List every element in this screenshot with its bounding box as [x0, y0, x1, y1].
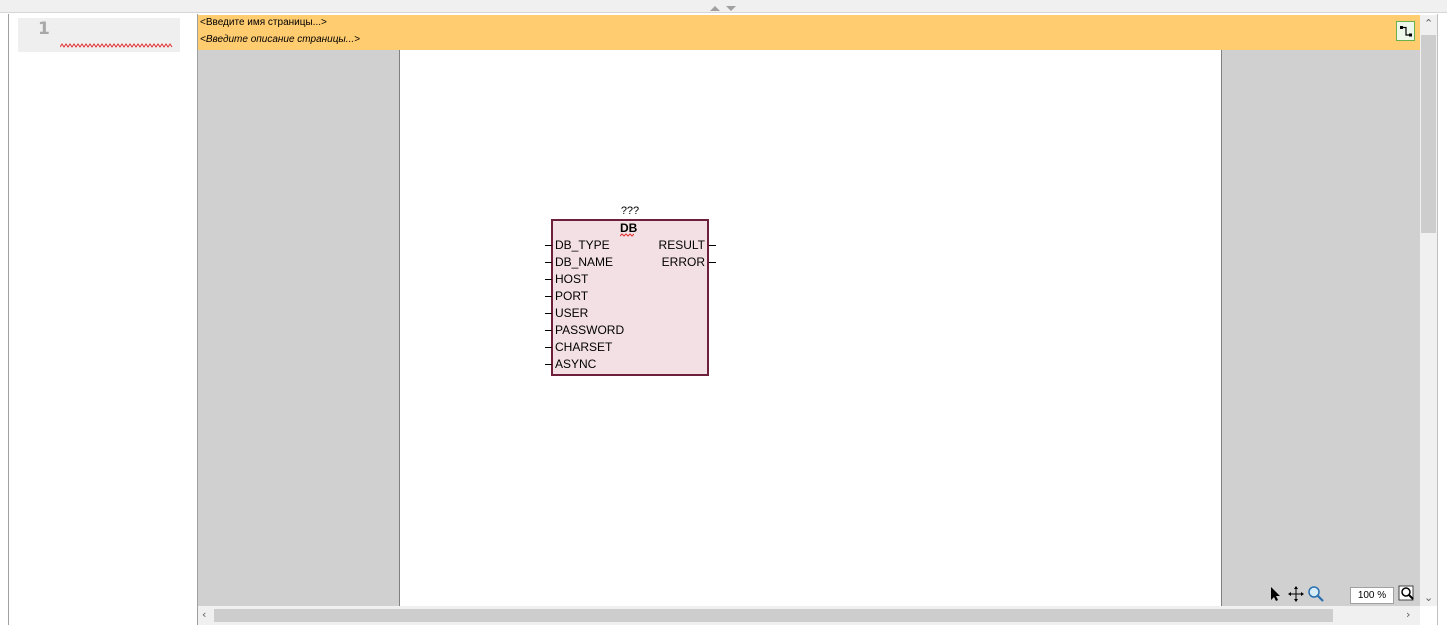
pointer-tool-button[interactable] — [1266, 585, 1284, 603]
zoom-settings-button[interactable] — [1398, 585, 1416, 603]
input-pin-connector[interactable] — [545, 245, 552, 246]
output-pin-error: ERROR — [661, 255, 705, 269]
drawing-sheet[interactable] — [399, 50, 1222, 606]
input-pin-port: PORT — [555, 289, 589, 303]
input-pin-connector[interactable] — [545, 313, 552, 314]
zoom-level-field[interactable]: 100 % — [1350, 587, 1394, 604]
input-pin-connector[interactable] — [545, 330, 552, 331]
spellcheck-squiggle — [60, 43, 173, 48]
page-number: 1 — [38, 19, 50, 39]
input-pin-password: PASSWORD — [555, 323, 625, 337]
page-header: <Введите имя страницы...> <Введите описа… — [198, 15, 1420, 50]
scroll-up-icon[interactable]: ⌃ — [1424, 17, 1433, 30]
input-pin-connector[interactable] — [545, 347, 552, 348]
output-pin-connector[interactable] — [709, 245, 716, 246]
horizontal-scroll-thumb[interactable] — [214, 609, 1333, 622]
input-pin-connector[interactable] — [545, 296, 552, 297]
fbd-editor: 1 <Введите имя страницы...> <Введите опи… — [0, 0, 1447, 625]
output-pin-result: RESULT — [658, 238, 705, 252]
scroll-down-icon[interactable]: ⌄ — [1424, 591, 1433, 604]
top-splitter[interactable] — [0, 0, 1447, 13]
routing-icon — [1400, 26, 1412, 37]
output-pin-connector[interactable] — [709, 262, 716, 263]
scroll-left-icon[interactable]: ‹ — [202, 608, 206, 621]
zoom-settings-icon — [1398, 585, 1414, 601]
pan-tool-button[interactable] — [1287, 585, 1305, 603]
page-name-field[interactable]: <Введите имя страницы...> — [200, 17, 327, 28]
type-squiggle — [620, 233, 634, 237]
routing-button[interactable] — [1396, 21, 1415, 41]
input-pin-user: USER — [555, 306, 589, 320]
right-edge-panel — [1437, 14, 1447, 625]
input-pin-async: ASYNC — [555, 357, 597, 371]
scroll-right-icon[interactable]: › — [1406, 608, 1410, 621]
vertical-scroll-thumb[interactable] — [1421, 35, 1436, 233]
input-pin-connector[interactable] — [545, 279, 552, 280]
input-pin-charset: CHARSET — [555, 340, 613, 354]
input-pin-db-type: DB_TYPE — [555, 238, 610, 252]
input-pin-db-name: DB_NAME — [555, 255, 614, 269]
zoom-tool-button[interactable] — [1307, 585, 1325, 603]
splitter-arrows-icon[interactable] — [706, 3, 740, 12]
zoom-icon — [1308, 586, 1324, 602]
input-pin-host: HOST — [555, 272, 589, 286]
input-pin-connector[interactable] — [545, 364, 552, 365]
page-list-panel — [8, 14, 198, 625]
block-instance-name[interactable]: ??? — [618, 205, 642, 217]
pan-icon — [1288, 586, 1304, 602]
input-pin-connector[interactable] — [545, 262, 552, 263]
page-description-field[interactable]: <Введите описание страницы...> — [200, 34, 360, 45]
pointer-icon — [1271, 587, 1280, 601]
